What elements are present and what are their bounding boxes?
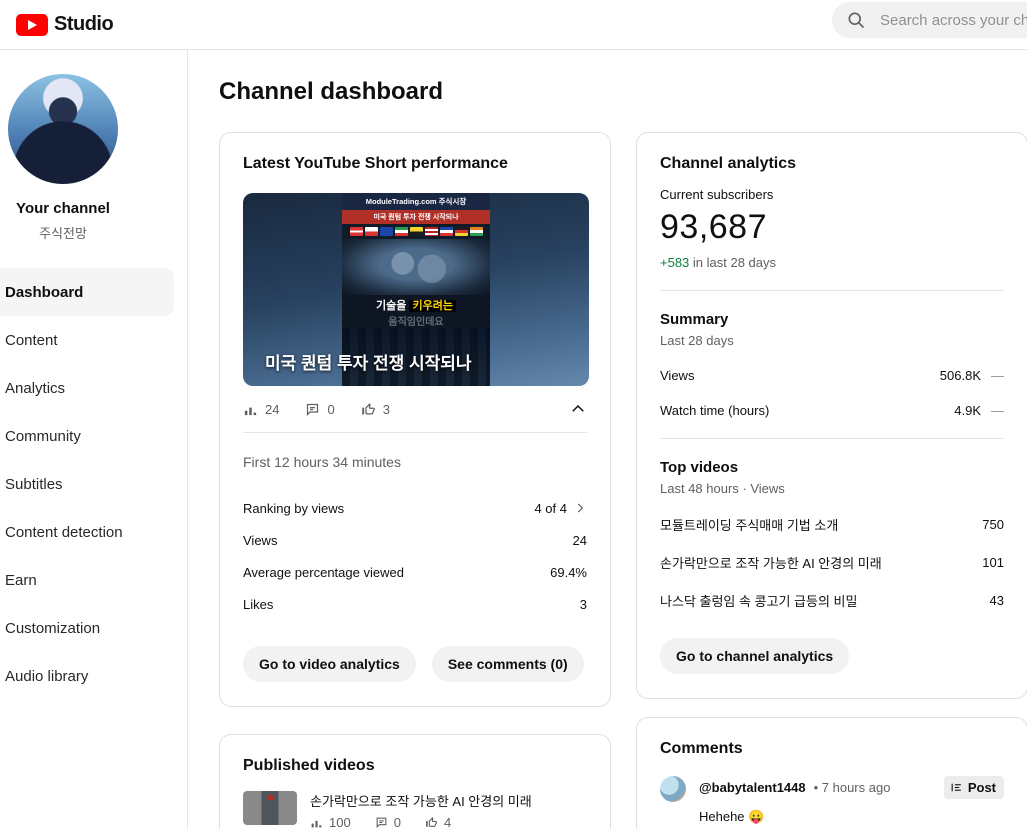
flag-row [342,224,490,239]
search-icon [846,10,866,30]
sidebar-item-earn[interactable]: Earn [0,556,187,604]
metric-avg-percentage-viewed: Average percentage viewed 69.4% [243,564,587,580]
sidebar-menu: Dashboard Content Analytics Community Su… [0,268,187,700]
top-video-row[interactable]: 손가락만으로 조작 가능한 AI 안경의 미래 101 [660,553,1004,572]
channel-avatar[interactable] [8,74,118,184]
sidebar-item-dashboard[interactable]: Dashboard [0,268,174,316]
comments-card: Comments @babytalent1448 • 7 hours ago P… [636,717,1027,829]
short-video-thumbnail[interactable]: ModuleTrading.com 주식시장 미국 퀀텀 투자 전쟁 시작되나 [243,193,589,386]
comments-stat: 0 [305,402,335,417]
thumb-caption-line1: 기술을 키우려는 [342,297,490,313]
divider [660,438,1004,439]
comment-text: Hehehe 😛 [699,809,765,824]
go-to-video-analytics-button[interactable]: Go to video analytics [243,646,416,682]
post-badge: Post [943,776,1004,799]
page-title: Channel dashboard [219,78,444,105]
first-hours-label: First 12 hours 34 minutes [243,454,401,470]
published-video-item[interactable]: 손가락만으로 조작 가능한 AI 안경의 미래 100 0 4 [243,791,587,829]
trend-flat-icon: — [991,403,1004,418]
channel-analytics-card: Channel analytics Current subscribers 93… [636,132,1027,699]
summary-subtitle: Last 28 days [660,333,734,348]
channel-name: 주식전망 [39,226,87,241]
comment-item: @babytalent1448 • 7 hours ago Post Heheh… [660,776,1004,825]
bar-chart-icon [310,816,323,829]
commenter-avatar[interactable] [660,776,686,802]
sidebar-item-customization[interactable]: Customization [0,604,187,652]
sidebar-item-audio-library[interactable]: Audio library [0,652,187,700]
metric-views: Views 24 [243,532,587,548]
youtube-studio-logo[interactable]: Studio [16,13,114,36]
sidebar-item-analytics[interactable]: Analytics [0,364,187,412]
published-video-thumbnail [243,791,297,825]
channel-analytics-title: Channel analytics [660,155,797,172]
short-stats-row: 24 0 3 [243,400,587,418]
likes-stat: 3 [361,402,390,417]
views-stat: 24 [243,402,279,417]
published-video-stats: 100 0 4 [310,815,532,829]
top-video-row[interactable]: 나스닥 출렁임 속 콩고기 급등의 비밀 43 [660,591,1004,610]
published-videos-title: Published videos [243,757,375,774]
thumb-caption-line2: 움직임인데요 [388,317,444,328]
collapse-card-button[interactable] [569,400,587,418]
subscriber-delta: +583 in last 28 days [660,255,777,270]
comment-icon [305,402,320,417]
metric-likes: Likes 3 [243,596,587,612]
see-comments-button[interactable]: See comments (0) [431,646,584,682]
youtube-play-icon [16,13,48,36]
brand-text: Studio [54,13,114,35]
subscriber-count: 93,687 [660,208,767,246]
your-channel-label: Your channel [16,200,110,217]
chevron-up-icon [569,400,587,418]
comment-timestamp: • 7 hours ago [813,780,891,795]
thumb-header-line2: 미국 퀀텀 투자 전쟁 시작되나 [342,210,490,224]
short-performance-card: Latest YouTube Short performance ModuleT… [219,132,611,707]
published-video-title: 손가락만으로 조작 가능한 AI 안경의 미래 [310,794,532,809]
comment-icon [375,816,388,829]
sidebar: Your channel 주식전망 Dashboard Content Anal… [0,50,188,829]
trend-flat-icon: — [991,368,1004,383]
thumb-up-icon [425,816,438,829]
top-video-row[interactable]: 모듈트레이딩 주식매매 기법 소개 750 [660,515,1004,534]
sidebar-item-subtitles[interactable]: Subtitles [0,460,187,508]
sidebar-item-content-detection[interactable]: Content detection [0,508,187,556]
sidebar-item-content[interactable]: Content [0,316,187,364]
thumb-up-icon [361,402,376,417]
comments-title: Comments [660,740,743,757]
bar-chart-icon [243,402,258,417]
divider [243,432,587,433]
summary-row-watch-time: Watch time (hours) 4.9K — [660,403,1004,418]
post-icon [950,781,963,794]
published-videos-card: Published videos 손가락만으로 조작 가능한 AI 안경의 미래… [219,734,611,829]
short-performance-title: Latest YouTube Short performance [243,155,508,172]
metric-ranking-by-views[interactable]: Ranking by views 4 of 4 [243,492,587,524]
top-bar: Studio [0,0,1027,50]
world-map-graphic [342,239,490,295]
thumbnail-bottom-caption: 미국 퀀텀 투자 전쟁 시작되나 [265,354,472,373]
divider [660,290,1004,291]
current-subscribers-label: Current subscribers [660,187,774,202]
comment-author[interactable]: @babytalent1448 [699,780,806,795]
top-videos-subtitle: Last 48 hours · Views [660,481,785,496]
metrics-list: Ranking by views 4 of 4 Views 24 Average… [243,492,587,620]
sidebar-item-community[interactable]: Community [0,412,187,460]
summary-row-views: Views 506.8K — [660,368,1004,383]
search-input[interactable] [880,11,1027,29]
summary-title: Summary [660,311,729,328]
go-to-channel-analytics-button[interactable]: Go to channel analytics [660,638,850,674]
chevron-right-icon [573,501,587,515]
search-bar[interactable] [832,2,1027,38]
thumb-header-line1: ModuleTrading.com 주식시장 [342,193,490,210]
main-content: Channel dashboard Latest YouTube Short p… [188,50,1027,829]
top-videos-title: Top videos [660,459,739,476]
